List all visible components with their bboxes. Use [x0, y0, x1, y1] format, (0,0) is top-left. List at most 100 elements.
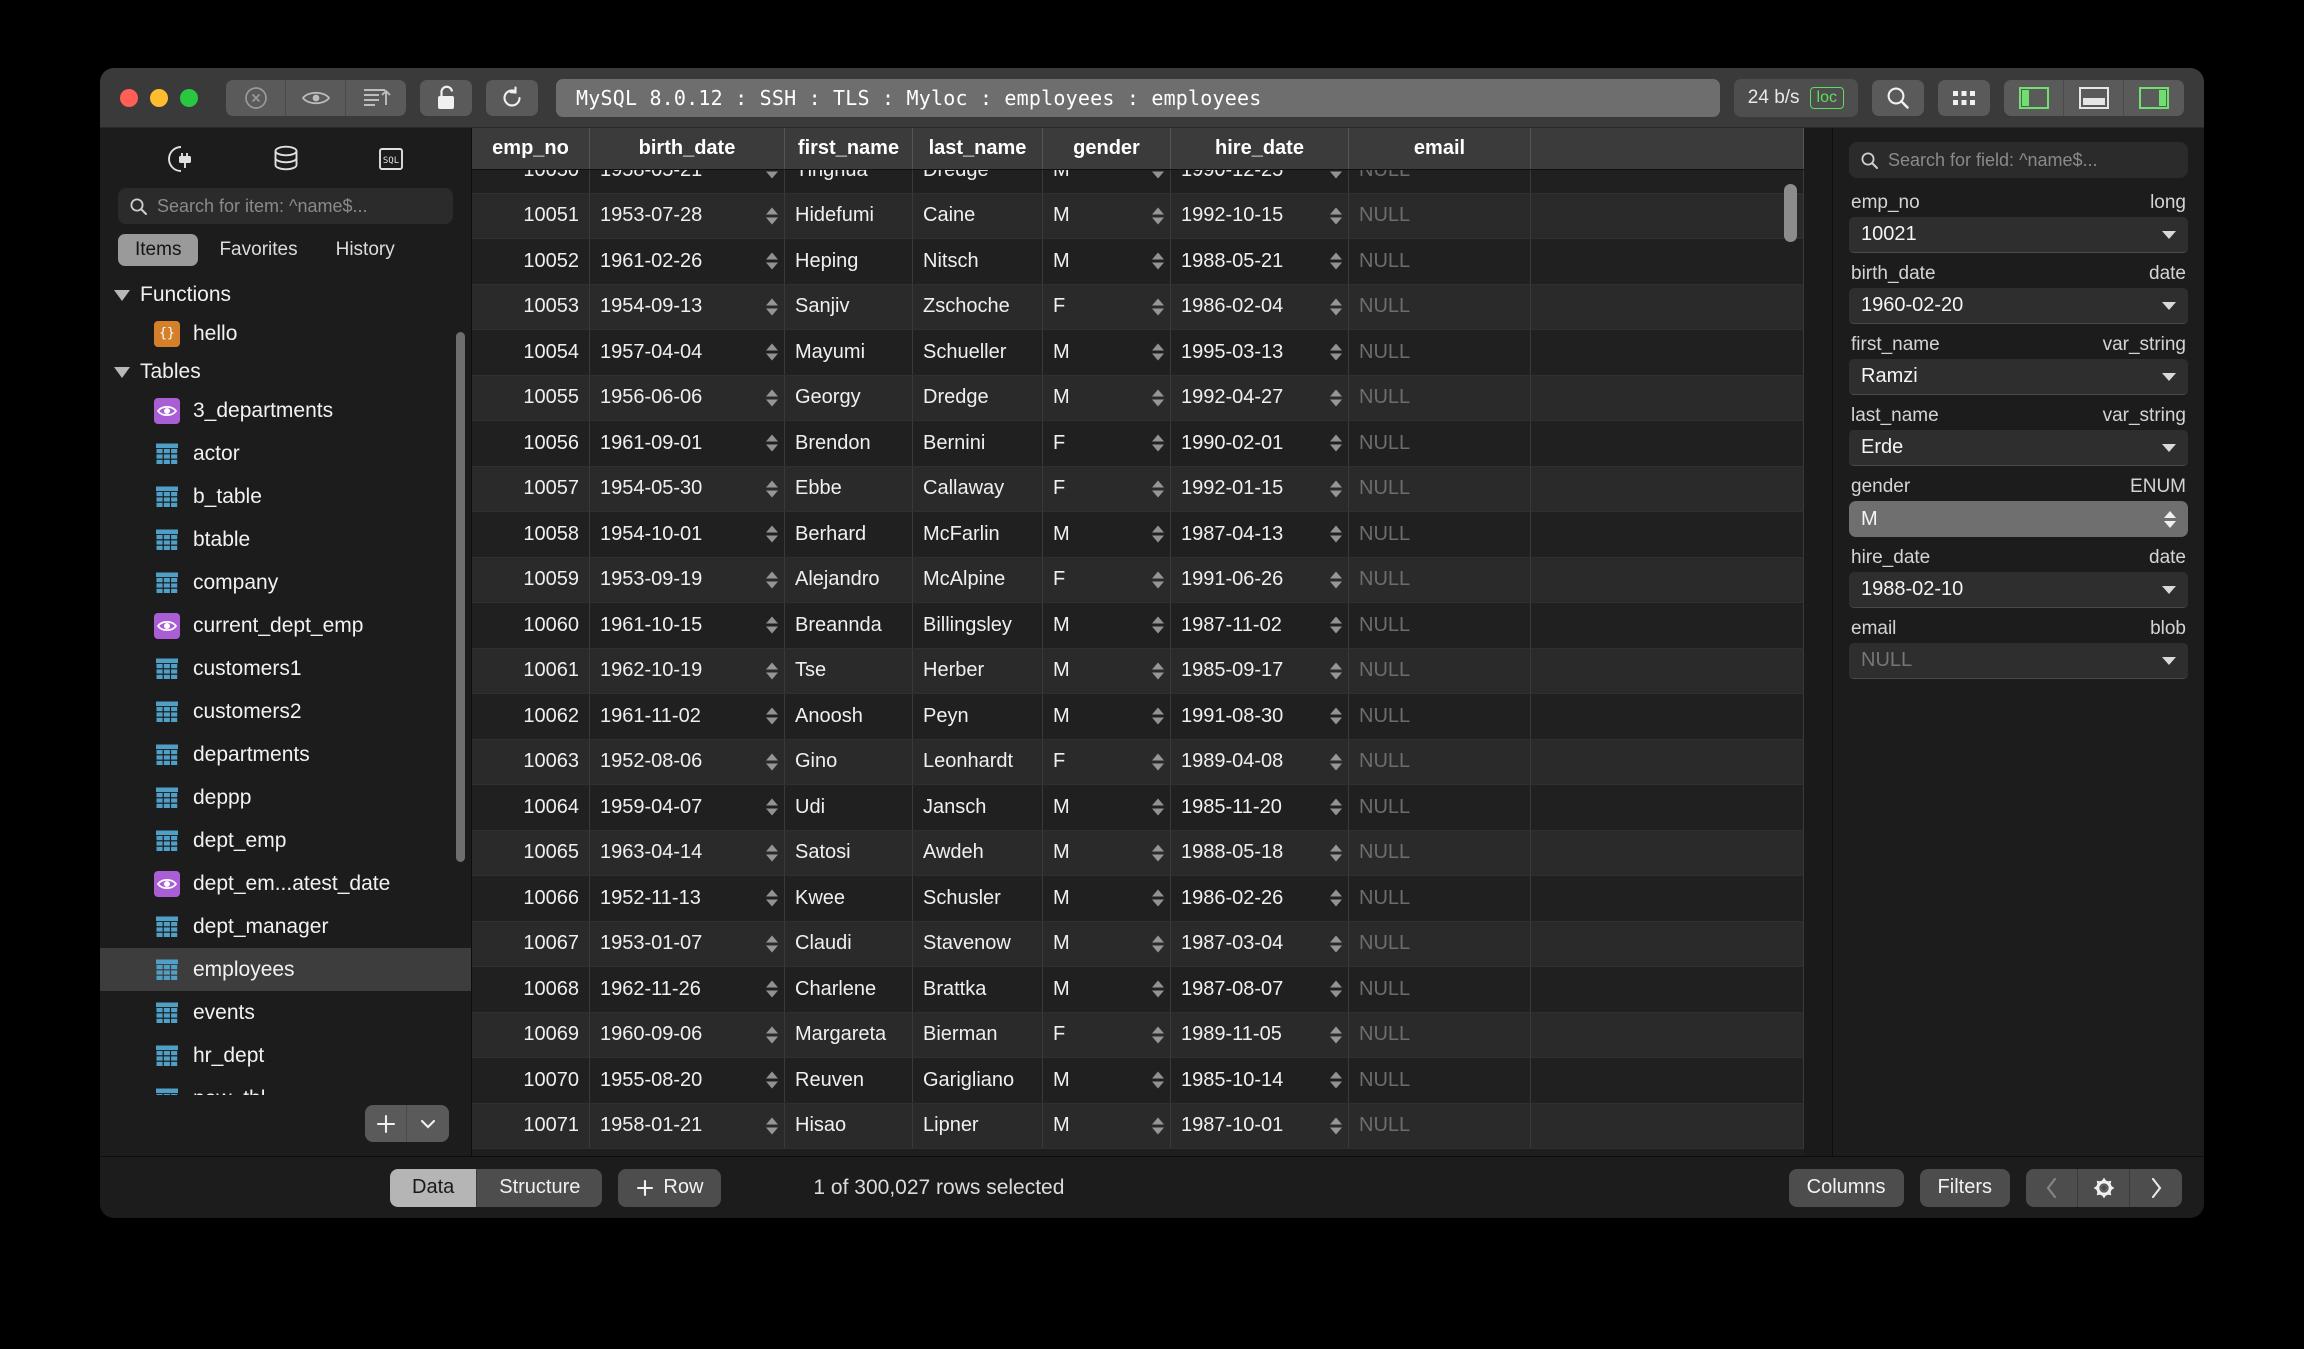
cell-birth_date[interactable]: 1953-09-19: [590, 557, 785, 602]
cell-email[interactable]: NULL: [1349, 284, 1531, 329]
cell-last_name[interactable]: Jansch: [913, 785, 1043, 830]
cell-birth_date[interactable]: 1956-06-06: [590, 375, 785, 420]
tab-favorites[interactable]: Favorites: [202, 234, 314, 266]
cell-first_name[interactable]: Tse: [785, 648, 913, 693]
table-row[interactable]: 10055 1956-06-06 Georgy Dredge M 1992-04-27 NU…: [472, 375, 1804, 421]
cell-stepper-icon[interactable]: [766, 207, 778, 225]
list-item[interactable]: current_dept_emp: [100, 604, 471, 647]
cell-hire_date[interactable]: 1992-01-15: [1171, 466, 1349, 511]
list-item[interactable]: departments: [100, 733, 471, 776]
cell-last_name[interactable]: Herber: [913, 648, 1043, 693]
list-item[interactable]: employees: [100, 948, 471, 991]
chevron-down-icon[interactable]: [2162, 301, 2176, 310]
cell-gender[interactable]: M: [1043, 921, 1171, 966]
cell-last_name[interactable]: Leonhardt: [913, 739, 1043, 784]
chevron-left-icon[interactable]: [2026, 1168, 2078, 1207]
table-row[interactable]: 10064 1959-04-07 Udi Jansch M 1985-11-20 NULL: [472, 785, 1804, 831]
cell-stepper-icon[interactable]: [766, 889, 778, 907]
minimize-button[interactable]: [150, 88, 168, 107]
search-icon[interactable]: [1872, 79, 1924, 116]
inspector-field-value[interactable]: 1988-02-10: [1849, 572, 2188, 608]
cell-hire_date[interactable]: 1988-05-18: [1171, 830, 1349, 875]
add-row-button[interactable]: Row: [618, 1168, 722, 1207]
cell-gender[interactable]: M: [1043, 876, 1171, 921]
cell-gender[interactable]: M: [1043, 193, 1171, 238]
cell-birth_date[interactable]: 1955-08-20: [590, 1058, 785, 1103]
chevron-down-icon[interactable]: [2162, 443, 2176, 452]
list-item[interactable]: btable: [100, 518, 471, 561]
tree-group-tables[interactable]: Tables: [100, 355, 471, 389]
lock-open-icon[interactable]: [420, 79, 472, 116]
table-row[interactable]: 10050 1958-05-21 Yinghua Dredge M 1990-12-25 N…: [472, 170, 1804, 194]
cell-gender[interactable]: M: [1043, 967, 1171, 1012]
sidebar-scrollbar[interactable]: [456, 332, 465, 862]
cell-stepper-icon[interactable]: [1152, 844, 1164, 862]
cell-stepper-icon[interactable]: [1330, 844, 1342, 862]
sql-icon[interactable]: SQL: [369, 142, 413, 176]
cell-birth_date[interactable]: 1962-11-26: [590, 967, 785, 1012]
list-item[interactable]: dept_emp: [100, 819, 471, 862]
cell-gender[interactable]: F: [1043, 739, 1171, 784]
cell-last_name[interactable]: Lipner: [913, 1103, 1043, 1148]
cell-gender[interactable]: M: [1043, 330, 1171, 375]
cell-hire_date[interactable]: 1987-03-04: [1171, 921, 1349, 966]
column-header-birth_date[interactable]: birth_date: [590, 128, 785, 169]
cell-stepper-icon[interactable]: [1152, 525, 1164, 543]
cell-stepper-icon[interactable]: [1152, 298, 1164, 316]
cell-emp_no[interactable]: 10056: [472, 421, 590, 466]
tab-history[interactable]: History: [319, 234, 412, 266]
cell-first_name[interactable]: Anoosh: [785, 694, 913, 739]
cell-stepper-icon[interactable]: [1152, 252, 1164, 270]
table-row[interactable]: 10058 1954-10-01 Berhard McFarlin M 1987-04-1…: [472, 512, 1804, 558]
cell-hire_date[interactable]: 1991-06-26: [1171, 557, 1349, 602]
cell-last_name[interactable]: Dredge: [913, 375, 1043, 420]
list-item[interactable]: dept_manager: [100, 905, 471, 948]
cell-birth_date[interactable]: 1953-01-07: [590, 921, 785, 966]
cell-last_name[interactable]: Schueller: [913, 330, 1043, 375]
plug-icon[interactable]: [159, 142, 203, 176]
cell-hire_date[interactable]: 1995-03-13: [1171, 330, 1349, 375]
cell-stepper-icon[interactable]: [766, 480, 778, 498]
list-item[interactable]: hr_dept: [100, 1034, 471, 1077]
cell-stepper-icon[interactable]: [1152, 207, 1164, 225]
cell-stepper-icon[interactable]: [1152, 571, 1164, 589]
tab-items[interactable]: Items: [118, 234, 199, 266]
cell-stepper-icon[interactable]: [1330, 389, 1342, 407]
cell-gender[interactable]: M: [1043, 785, 1171, 830]
cell-first_name[interactable]: Udi: [785, 785, 913, 830]
eye-icon[interactable]: [286, 79, 346, 116]
cell-last_name[interactable]: Bernini: [913, 421, 1043, 466]
inspector-field-value[interactable]: M: [1849, 501, 2188, 537]
cell-stepper-icon[interactable]: [1152, 170, 1164, 179]
cell-email[interactable]: NULL: [1349, 466, 1531, 511]
column-header-emp_no[interactable]: emp_no: [472, 128, 590, 169]
cell-email[interactable]: NULL: [1349, 1058, 1531, 1103]
table-row[interactable]: 10060 1961-10-15 Breannda Billingsley M 1987-…: [472, 603, 1804, 649]
cell-emp_no[interactable]: 10070: [472, 1058, 590, 1103]
cell-hire_date[interactable]: 1990-12-25: [1171, 170, 1349, 193]
list-item[interactable]: b_table: [100, 475, 471, 518]
cell-last_name[interactable]: Stavenow: [913, 921, 1043, 966]
cell-hire_date[interactable]: 1985-09-17: [1171, 648, 1349, 693]
cell-last_name[interactable]: Awdeh: [913, 830, 1043, 875]
cell-email[interactable]: NULL: [1349, 830, 1531, 875]
cell-stepper-icon[interactable]: [1152, 1071, 1164, 1089]
cell-emp_no[interactable]: 10060: [472, 603, 590, 648]
cell-hire_date[interactable]: 1985-11-20: [1171, 785, 1349, 830]
cell-last_name[interactable]: McFarlin: [913, 512, 1043, 557]
cell-stepper-icon[interactable]: [766, 571, 778, 589]
table-row[interactable]: 10053 1954-09-13 Sanjiv Zschoche F 1986-02-04…: [472, 284, 1804, 330]
chevron-down-icon[interactable]: [2162, 230, 2176, 239]
cell-birth_date[interactable]: 1958-01-21: [590, 1103, 785, 1148]
cell-gender[interactable]: F: [1043, 1012, 1171, 1057]
table-row[interactable]: 10062 1961-11-02 Anoosh Peyn M 1991-08-30 NULL: [472, 694, 1804, 740]
cancel-circle-icon[interactable]: [226, 79, 286, 116]
cell-emp_no[interactable]: 10069: [472, 1012, 590, 1057]
table-row[interactable]: 10063 1952-08-06 Gino Leonhardt F 1989-04-08 N…: [472, 739, 1804, 785]
cell-stepper-icon[interactable]: [1152, 753, 1164, 771]
cell-stepper-icon[interactable]: [1330, 1117, 1342, 1135]
cell-last_name[interactable]: Caine: [913, 193, 1043, 238]
cell-hire_date[interactable]: 1986-02-26: [1171, 876, 1349, 921]
cell-emp_no[interactable]: 10051: [472, 193, 590, 238]
cell-first_name[interactable]: Margareta: [785, 1012, 913, 1057]
